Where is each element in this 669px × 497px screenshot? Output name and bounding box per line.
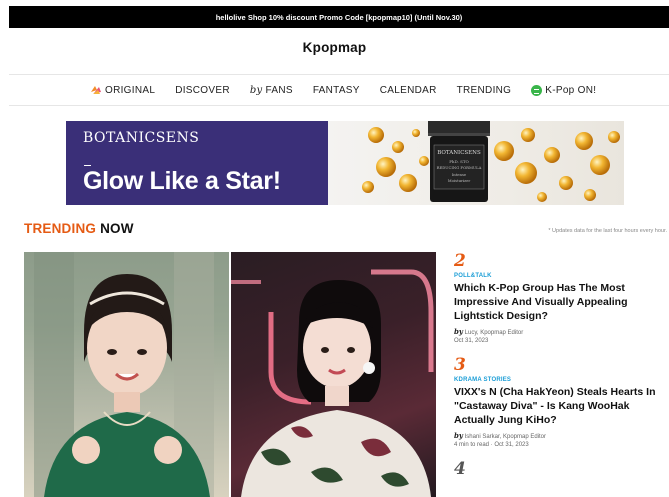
trending-hero-image[interactable] bbox=[24, 252, 436, 497]
article-title[interactable]: VIXX's N (Cha HakYeon) Steals Hearts In … bbox=[454, 385, 664, 427]
nav-item-fantasy[interactable]: FANTASY bbox=[313, 85, 360, 96]
banner-brand: BOTANICSENS bbox=[83, 130, 200, 146]
portrait-illustration-right bbox=[231, 269, 434, 497]
banner-headline: Glow Like a Star! bbox=[83, 167, 281, 195]
promo-text[interactable]: hellolive Shop 10% discount Promo Code [… bbox=[216, 13, 463, 22]
nav-label-original: ORIGINAL bbox=[105, 84, 156, 96]
nav-label-discover: DISCOVER bbox=[175, 84, 230, 96]
article-category[interactable]: KDRAMA STORIES bbox=[454, 377, 664, 383]
article-category[interactable]: POLL&TALK bbox=[454, 273, 664, 279]
rank-number: 3 bbox=[454, 355, 466, 375]
portrait-illustration-left bbox=[34, 252, 214, 497]
jar: BOTANICSENS PhD. STO REDUCING FORMULA In… bbox=[428, 121, 490, 202]
jar-line-1: PhD. STO bbox=[449, 159, 469, 164]
trending-item[interactable]: 4 bbox=[454, 460, 664, 478]
nav-item-discover[interactable]: DISCOVER bbox=[175, 85, 230, 96]
rank-number: 2 bbox=[454, 251, 466, 271]
trending-item[interactable]: 2 POLL&TALK Which K-Pop Group Has The Mo… bbox=[454, 252, 664, 345]
trending-update-note: * Updates data for the last four hours e… bbox=[548, 228, 667, 234]
original-icon bbox=[91, 86, 101, 94]
article-date: 4 min to read · Oct 31, 2023 bbox=[454, 442, 529, 448]
nav-item-by-fans[interactable]: by FANS bbox=[250, 85, 293, 96]
kpop-on-icon bbox=[531, 84, 543, 96]
jar-line-4: Moisturizer bbox=[448, 178, 471, 183]
nav-label-kpop-on: K-Pop ON! bbox=[545, 84, 597, 96]
ad-banner[interactable]: BOTANICSENS Glow Like a Star! BOTANICSEN… bbox=[66, 121, 624, 205]
banner-divider bbox=[84, 165, 91, 166]
nav-item-kpop-on[interactable]: K-Pop ON! bbox=[531, 84, 597, 96]
article-title[interactable]: Which K-Pop Group Has The Most Impressiv… bbox=[454, 281, 664, 323]
byline-prefix: by bbox=[454, 431, 463, 440]
nav-item-original[interactable]: ORIGINAL bbox=[90, 85, 155, 96]
rank-number: 4 bbox=[454, 459, 466, 479]
jar-line-2: REDUCING FORMULA bbox=[437, 165, 482, 170]
trending-item[interactable]: 3 KDRAMA STORIES VIXX's N (Cha HakYeon) … bbox=[454, 356, 664, 449]
article-meta: by Ishani Sarkar, Kpopmap Editor 4 min t… bbox=[454, 432, 664, 449]
nav-item-calendar[interactable]: CALENDAR bbox=[380, 85, 437, 96]
article-meta: by Lucy, Kpopmap Editor Oct 31, 2023 bbox=[454, 328, 664, 345]
main-nav: ORIGINAL DISCOVER by FANS FANTASY CALEND… bbox=[90, 76, 616, 104]
nav-top-divider bbox=[9, 74, 669, 75]
trending-heading-rest: NOW bbox=[100, 221, 134, 236]
nav-item-trending[interactable]: TRENDING bbox=[457, 85, 512, 96]
byline-prefix: by bbox=[454, 327, 463, 336]
article-author[interactable]: Lucy, Kpopmap Editor bbox=[465, 330, 524, 336]
article-date: Oct 31, 2023 bbox=[454, 338, 489, 344]
banner-product-image: BOTANICSENS PhD. STO REDUCING FORMULA In… bbox=[328, 121, 624, 205]
trending-heading: TRENDING NOW bbox=[24, 221, 134, 236]
trending-list: 2 POLL&TALK Which K-Pop Group Has The Mo… bbox=[454, 252, 664, 478]
trending-heading-accent: TRENDING bbox=[24, 221, 97, 236]
nav-bottom-divider bbox=[9, 105, 669, 106]
nav-label-trending: TRENDING bbox=[456, 84, 512, 96]
article-author[interactable]: Ishani Sarkar, Kpopmap Editor bbox=[465, 434, 546, 440]
site-logo[interactable]: Kpopmap bbox=[0, 40, 669, 55]
oil-drops bbox=[362, 127, 620, 202]
product-jar-illustration: BOTANICSENS PhD. STO REDUCING FORMULA In… bbox=[362, 121, 620, 202]
promo-bar[interactable]: hellolive Shop 10% discount Promo Code [… bbox=[9, 6, 669, 28]
nav-label-calendar: CALENDAR bbox=[379, 84, 437, 96]
nav-by-prefix: by bbox=[249, 84, 263, 96]
hero-photo-right bbox=[231, 252, 436, 497]
nav-label-fans: FANS bbox=[265, 84, 293, 96]
nav-label-fantasy: FANTASY bbox=[312, 84, 360, 96]
hero-photo-left bbox=[24, 252, 229, 497]
jar-line-3: Intense bbox=[452, 172, 467, 177]
banner-text-panel: BOTANICSENS Glow Like a Star! bbox=[66, 121, 328, 205]
jar-brand: BOTANICSENS bbox=[437, 150, 481, 156]
